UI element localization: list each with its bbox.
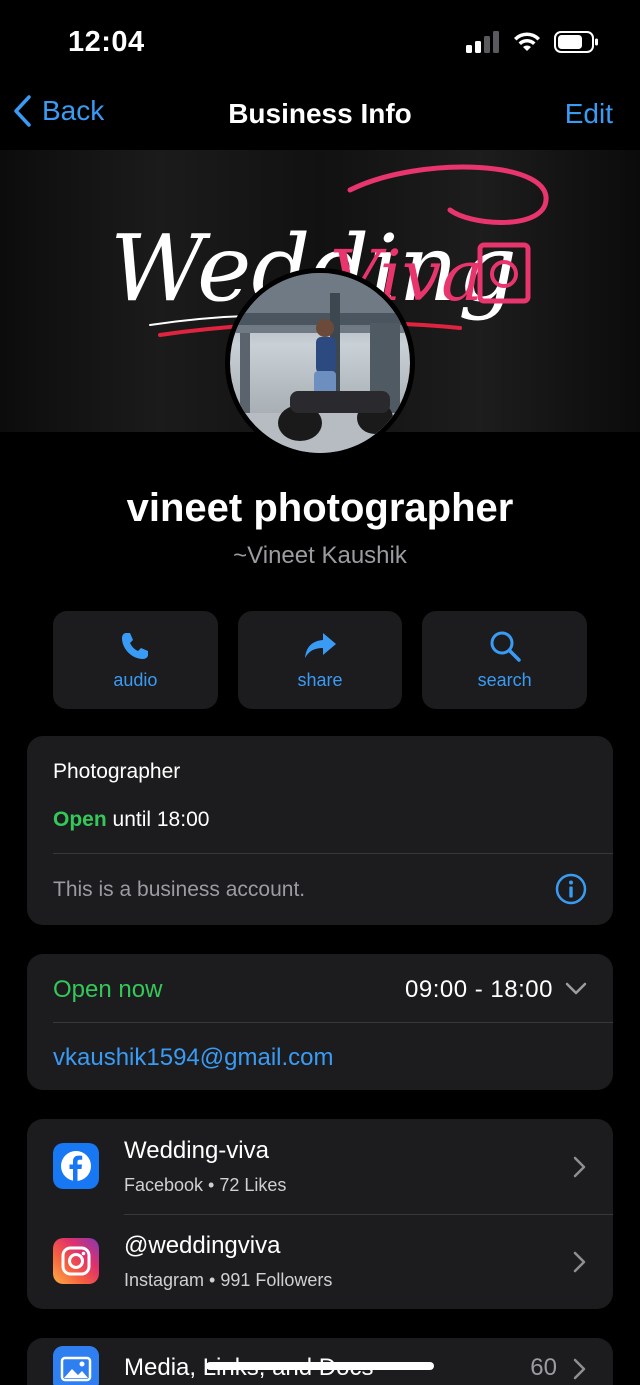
social-links-card: Wedding-viva Facebook • 72 Likes @weddin… <box>27 1119 613 1309</box>
facebook-icon <box>53 1143 99 1189</box>
share-arrow-icon <box>305 632 336 658</box>
info-icon[interactable] <box>555 873 587 905</box>
status-time: 12:04 <box>68 26 145 58</box>
facebook-title: Wedding-viva <box>124 1137 269 1164</box>
edit-button[interactable]: Edit <box>565 98 613 130</box>
open-now-status: Open now <box>53 976 163 1003</box>
chevron-right-icon <box>573 1156 586 1178</box>
chevron-right-icon <box>573 1358 586 1380</box>
hours-contact-card: Open now 09:00 - 18:00 vkaushik1594@gmai… <box>27 954 613 1090</box>
photo-icon <box>53 1346 99 1385</box>
page-title: Business Info <box>228 98 412 129</box>
profile-subtitle: ~Vineet Kaushik <box>233 542 407 569</box>
divider <box>53 1022 613 1023</box>
facebook-subtitle: Facebook • 72 Likes <box>124 1175 287 1195</box>
open-until: until 18:00 <box>112 808 210 831</box>
business-account-note: This is a business account. <box>53 878 306 901</box>
phone-icon <box>122 632 149 659</box>
wifi-icon <box>514 32 540 51</box>
open-label: Open <box>53 808 107 831</box>
audio-label: audio <box>113 669 158 690</box>
email-link[interactable]: vkaushik1594@gmail.com <box>53 1044 334 1072</box>
business-hours[interactable]: 09:00 - 18:00 <box>405 976 553 1004</box>
chevron-right-icon <box>573 1251 586 1273</box>
share-button[interactable]: share <box>237 611 403 709</box>
avatar-photo <box>230 273 410 453</box>
instagram-row[interactable]: @weddingviva Instagram • 991 Followers <box>27 1214 613 1309</box>
search-label: search <box>477 669 532 690</box>
chevron-down-icon[interactable] <box>565 982 587 996</box>
business-category: Photographer <box>53 760 181 783</box>
cellular-signal-icon <box>466 31 499 53</box>
navigation-bar: Back Business Info Edit <box>0 84 640 146</box>
status-icons <box>466 30 600 54</box>
search-icon <box>490 631 521 662</box>
instagram-title: @weddingviva <box>124 1232 281 1259</box>
instagram-subtitle: Instagram • 991 Followers <box>124 1270 333 1290</box>
instagram-icon <box>53 1238 99 1284</box>
audio-call-button[interactable]: audio <box>53 611 218 709</box>
home-indicator[interactable] <box>206 1362 434 1370</box>
status-bar: 12:04 <box>0 0 640 84</box>
profile-name: vineet photographer <box>126 486 514 530</box>
battery-icon <box>554 31 598 53</box>
share-label: share <box>297 669 343 690</box>
business-open-status: Open until 18:00 <box>53 808 209 832</box>
action-buttons: audio share search <box>53 611 588 709</box>
media-count: 60 <box>530 1354 557 1381</box>
divider <box>53 853 613 854</box>
profile-avatar[interactable] <box>225 268 415 458</box>
search-button[interactable]: search <box>422 611 588 709</box>
facebook-row[interactable]: Wedding-viva Facebook • 72 Likes <box>27 1119 613 1214</box>
business-details-card: Photographer Open until 18:00 This is a … <box>27 736 613 925</box>
